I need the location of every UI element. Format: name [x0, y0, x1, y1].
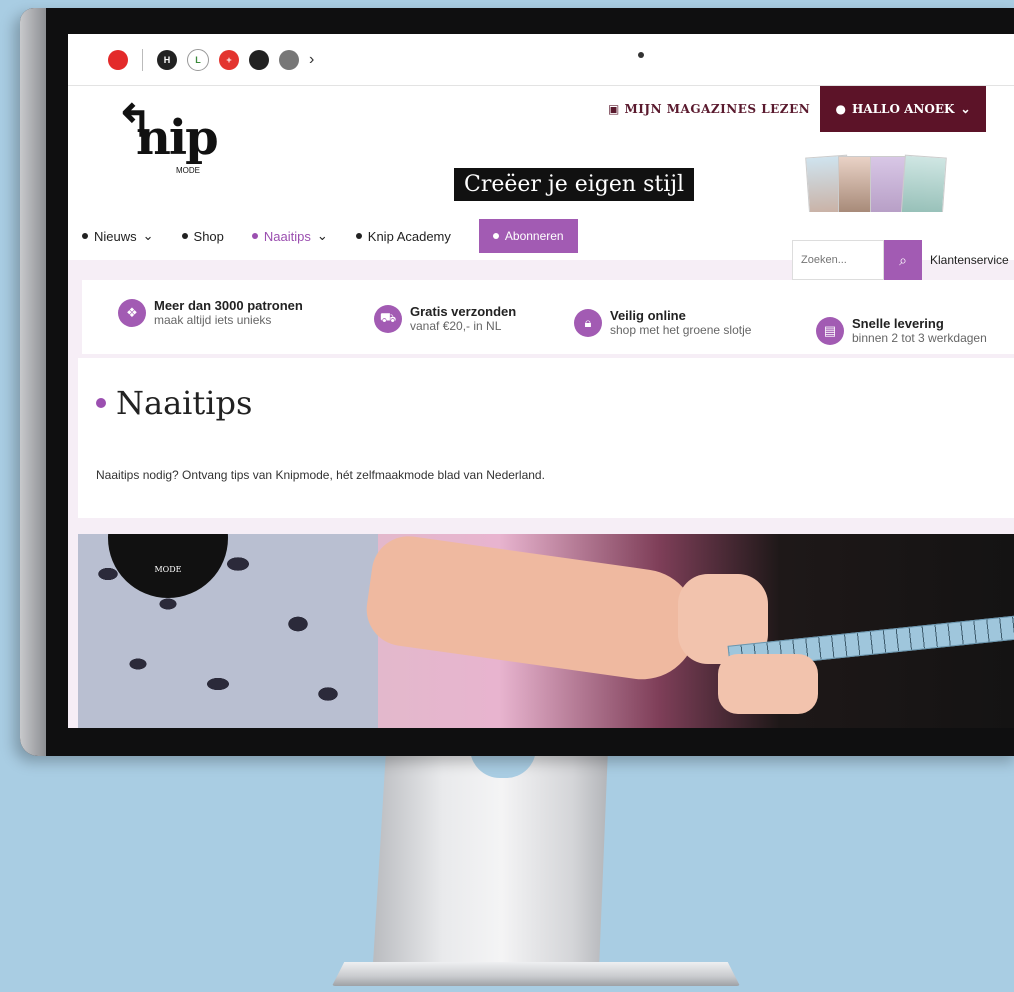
bullet-icon: [251, 233, 258, 239]
divider: [142, 48, 143, 71]
usp-title: Veilig online: [610, 308, 686, 323]
lock-icon: 🔒︎: [574, 308, 602, 337]
intro-text: Naaitips nodig? Ontvang tips van Knipmod…: [96, 468, 545, 482]
nav-item-label: Knip Academy: [367, 228, 451, 244]
brand-bar: H L + ›: [68, 34, 1014, 86]
nav-item-label: Naaitips: [263, 228, 311, 244]
monitor-stand-base: [332, 962, 740, 986]
camera-dot: [638, 52, 644, 58]
bullet-icon: [492, 233, 499, 239]
usp-sub: vanaf €20,- in NL: [410, 319, 502, 333]
subscribe-button[interactable]: Abonneren: [478, 219, 578, 253]
nav-item-knip-academy[interactable]: Knip Academy: [355, 228, 451, 244]
usp-title: Meer dan 3000 patronen: [154, 298, 303, 313]
nav-item-shop[interactable]: Shop: [181, 228, 224, 244]
page-title: Naaitips: [96, 384, 252, 422]
usp-item: ⛟ Gratis verzonden vanaf €20,- in NL: [374, 304, 516, 333]
page-content: Naaitips Naaitips nodig? Ontvang tips va…: [78, 358, 1014, 518]
search-button[interactable]: ⌕: [884, 240, 922, 280]
subscribe-label: Abonneren: [504, 229, 564, 243]
chevron-right-icon[interactable]: ›: [309, 51, 314, 69]
chevron-down-icon: ⌄: [316, 228, 328, 243]
search-input[interactable]: [792, 240, 884, 280]
nav-item-nieuws[interactable]: Nieuws ⌄: [82, 228, 154, 244]
bullet-icon: [181, 233, 188, 239]
usp-title: Snelle levering: [852, 316, 944, 331]
search-icon: ⌕: [899, 251, 907, 268]
hero-image: MODE: [78, 534, 1014, 728]
nav-item-naaitips[interactable]: Naaitips ⌄: [251, 228, 328, 244]
usp-item: 🔒︎ Veilig online shop met het groene slo…: [574, 308, 751, 337]
monitor-stand-neck: [372, 748, 608, 980]
magazines-link-label: MIJN MAGAZINES LEZEN: [624, 102, 811, 116]
monitor-screen: H L + › ↰ nip MODE ▣ MIJN MAGAZINES LEZE…: [68, 34, 1014, 728]
page-title-text: Naaitips: [116, 384, 253, 422]
nav-item-label: Shop: [193, 228, 224, 244]
grey-icon[interactable]: [279, 49, 299, 70]
nav-item-label: Nieuws: [94, 228, 137, 244]
bullet-icon: [96, 398, 106, 408]
knip-logo[interactable]: ↰ nip MODE: [114, 100, 219, 180]
hand: [718, 654, 818, 714]
dark-icon[interactable]: [249, 49, 269, 70]
usp-sub: maak altijd iets unieks: [154, 313, 272, 327]
customer-service-link[interactable]: Klantenservice: [930, 253, 1009, 267]
green-icon[interactable]: L: [187, 48, 209, 71]
logo-mode: MODE: [176, 166, 200, 175]
usp-item: ❖ Meer dan 3000 patronen maak altijd iet…: [118, 298, 303, 327]
usp-sub: binnen 2 tot 3 werkdagen: [852, 331, 987, 345]
usp-sub: shop met het groene slotje: [610, 323, 752, 337]
search-bar: ⌕ Klantenservice: [792, 240, 1009, 280]
user-icon: ●: [835, 102, 846, 116]
h-icon[interactable]: H: [157, 49, 177, 70]
book-icon: ▣: [608, 102, 625, 116]
plus-icon[interactable]: +: [219, 49, 239, 70]
usp-bar: ❖ Meer dan 3000 patronen maak altijd iet…: [82, 280, 1014, 354]
avrotros-icon[interactable]: [108, 49, 128, 70]
chevron-down-icon: ⌄: [142, 228, 154, 243]
truck-icon: ⛟: [374, 304, 402, 333]
usp-title: Gratis verzonden: [410, 304, 517, 319]
magazines-link[interactable]: ▣ MIJN MAGAZINES LEZEN: [608, 102, 810, 116]
logo-word: nip: [136, 110, 219, 166]
tagline: Creëer je eigen stijl: [454, 168, 695, 201]
arm: [361, 534, 705, 687]
hero-logo-mode: MODE: [154, 565, 182, 574]
account-label: HALLO ANOEK: [851, 102, 955, 116]
gift-icon: ❖: [118, 298, 146, 327]
chevron-down-icon: ⌄: [960, 102, 971, 116]
bullet-icon: [82, 233, 88, 239]
calendar-icon: ▤: [816, 316, 844, 345]
usp-item: ▤ Snelle levering binnen 2 tot 3 werkdag…: [816, 316, 987, 345]
account-button[interactable]: ● HALLO ANOEK ⌄: [820, 86, 986, 132]
bullet-icon: [355, 233, 362, 239]
